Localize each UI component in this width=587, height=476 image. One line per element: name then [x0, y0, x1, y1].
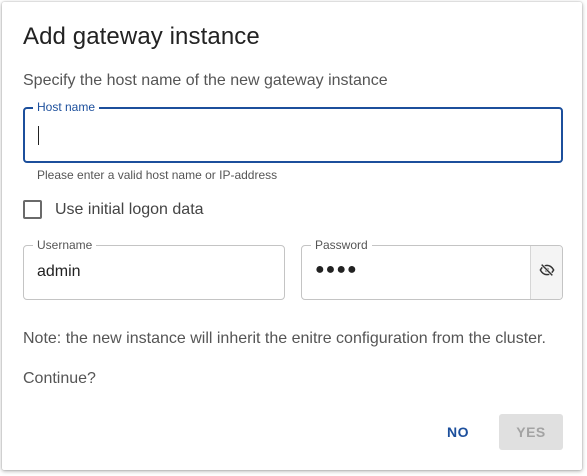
password-field[interactable]: Password ●●●●	[301, 238, 563, 300]
host-name-field[interactable]: Host name	[23, 100, 563, 163]
dialog-description: Specify the host name of the new gateway…	[23, 72, 388, 89]
use-initial-logon-label: Use initial logon data	[55, 200, 204, 218]
inheritance-note: Note: the new instance will inherit the …	[23, 330, 546, 347]
username-value: admin	[37, 263, 81, 280]
username-field[interactable]: Username admin	[23, 238, 285, 300]
host-name-label: Host name	[33, 100, 100, 114]
yes-button[interactable]: YES	[499, 414, 563, 450]
eye-off-icon	[538, 262, 555, 283]
host-name-helper-text: Please enter a valid host name or IP-add…	[37, 168, 278, 182]
use-initial-logon-checkbox-row[interactable]: Use initial logon data	[23, 200, 204, 219]
add-gateway-dialog: Add gateway instance Specify the host na…	[2, 2, 582, 470]
username-label: Username	[33, 238, 97, 252]
dialog-title: Add gateway instance	[23, 23, 260, 50]
use-initial-logon-checkbox[interactable]	[23, 200, 42, 219]
continue-question: Continue?	[23, 370, 96, 387]
text-cursor	[38, 126, 39, 145]
toggle-password-visibility-button[interactable]	[530, 246, 562, 299]
no-button[interactable]: NO	[432, 414, 484, 450]
password-masked-value: ●●●●	[315, 261, 358, 278]
password-label: Password	[311, 238, 372, 252]
